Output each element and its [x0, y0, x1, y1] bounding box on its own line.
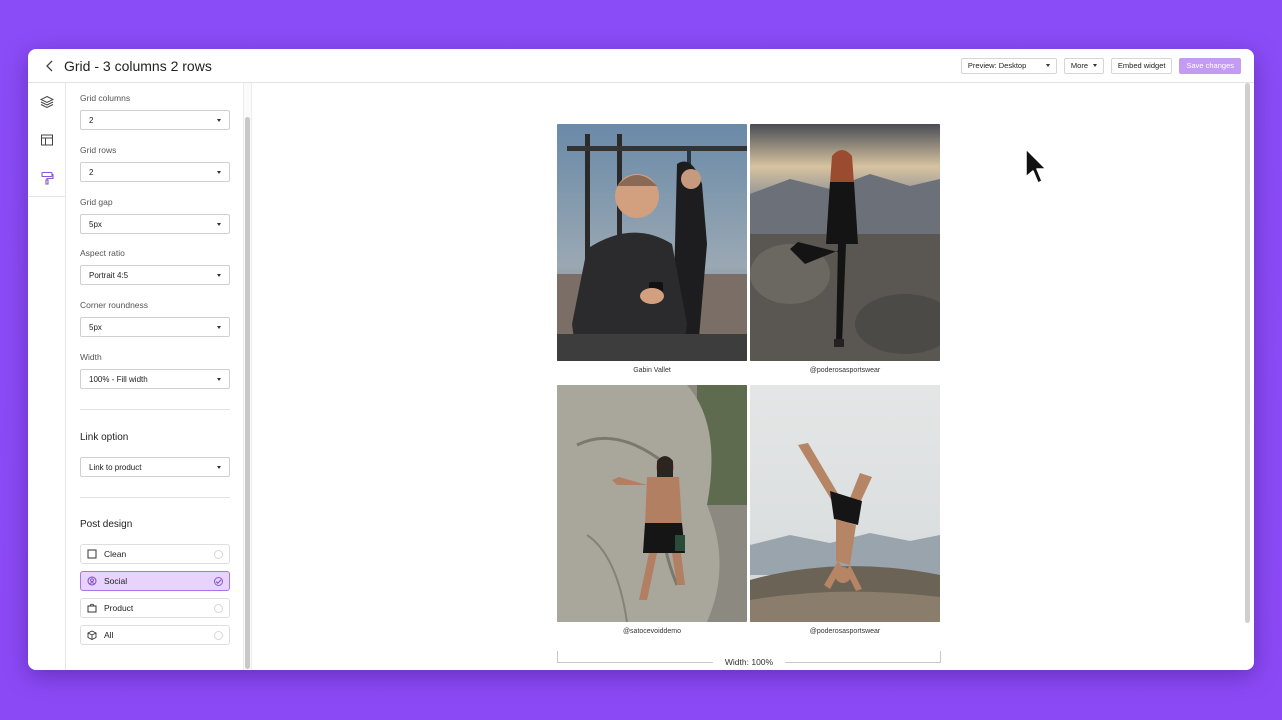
- box-icon: [87, 630, 97, 640]
- radio-button[interactable]: [214, 549, 223, 559]
- shopping-bag-icon: [87, 603, 97, 613]
- caret-down-icon: [217, 222, 221, 226]
- post-image-4[interactable]: [750, 385, 940, 622]
- rail-item-design[interactable]: [28, 159, 65, 197]
- mouse-cursor-icon: [1025, 148, 1047, 184]
- post-image-3[interactable]: [557, 385, 747, 622]
- layout-icon: [40, 134, 53, 146]
- grid-gap-label: Grid gap: [80, 197, 113, 207]
- grid-columns-value: 2: [89, 115, 94, 125]
- caret-down-icon: [217, 377, 221, 381]
- post-image-1[interactable]: [557, 124, 747, 361]
- link-option-title: Link option: [80, 432, 129, 443]
- preview-device-select[interactable]: Preview: Desktop: [960, 57, 1057, 74]
- page-title: Grid - 3 columns 2 rows: [64, 57, 212, 74]
- width-value: 100% - Fill width: [89, 374, 148, 384]
- user-circle-icon: [87, 576, 97, 586]
- settings-scrollbar[interactable]: [243, 83, 252, 670]
- corner-roundness-value: 5px: [89, 322, 102, 332]
- preview-scrollbar[interactable]: [1245, 83, 1250, 623]
- widget-editor-window: Grid - 3 columns 2 rows Preview: Desktop…: [28, 49, 1254, 670]
- corner-roundness-select[interactable]: 5px: [80, 317, 230, 337]
- post-caption-4: @poderosasportswear: [809, 628, 881, 635]
- grid-rows-select[interactable]: 2: [80, 162, 230, 182]
- header-actions: Preview: Desktop More Embed widget Save …: [960, 57, 1241, 74]
- embed-widget-button[interactable]: Embed widget: [1110, 57, 1173, 74]
- scrollbar-thumb[interactable]: [245, 117, 250, 669]
- post-image-2[interactable]: [750, 124, 940, 361]
- caret-down-icon: [217, 170, 221, 174]
- paint-roller-icon: [40, 171, 54, 185]
- grid-gap-value: 5px: [89, 219, 102, 229]
- post-design-title: Post design: [80, 519, 133, 530]
- caret-down-icon: [217, 325, 221, 329]
- more-label: More: [1070, 61, 1089, 70]
- caret-down-icon: [1045, 64, 1050, 67]
- width-label: Width: [80, 352, 102, 362]
- radio-button[interactable]: [214, 630, 223, 640]
- divider: [80, 409, 230, 410]
- settings-panel: Grid columns 2 Grid rows 2 Grid gap 5px …: [67, 83, 242, 670]
- grid-columns-select[interactable]: 2: [80, 110, 230, 130]
- link-option-value: Link to product: [89, 462, 142, 472]
- caret-down-icon: [1092, 64, 1097, 67]
- top-bar: Grid - 3 columns 2 rows Preview: Desktop…: [28, 49, 1254, 83]
- post-design-option-label: All: [104, 630, 114, 640]
- post-design-option-social[interactable]: Social: [80, 571, 230, 591]
- link-option-select[interactable]: Link to product: [80, 457, 230, 477]
- radio-button[interactable]: [214, 603, 223, 613]
- more-button[interactable]: More: [1063, 57, 1104, 74]
- post-design-option-label: Social: [104, 576, 128, 586]
- post-caption-3: @satocevoiddemo: [622, 628, 682, 635]
- side-rail: [28, 83, 66, 670]
- width-indicator: Width: 100%: [557, 651, 941, 667]
- preview-canvas: Gabin Vallet @poderosasportswear @satoce…: [253, 83, 1254, 670]
- aspect-ratio-value: Portrait 4:5: [89, 270, 129, 280]
- post-design-option-all[interactable]: All: [80, 625, 230, 645]
- aspect-ratio-label: Aspect ratio: [80, 248, 125, 258]
- post-design-option-clean[interactable]: Clean: [80, 544, 230, 564]
- width-indicator-label: Width: 100%: [712, 657, 786, 667]
- caret-down-icon: [217, 465, 221, 469]
- corner-roundness-label: Corner roundness: [80, 300, 149, 310]
- radio-button-checked[interactable]: [214, 576, 223, 586]
- rail-item-layout[interactable]: [28, 121, 65, 159]
- aspect-ratio-select[interactable]: Portrait 4:5: [80, 265, 230, 285]
- chevron-left-icon: [46, 60, 53, 71]
- caret-down-icon: [217, 273, 221, 277]
- post-caption-2: @poderosasportswear: [809, 367, 881, 374]
- save-changes-button[interactable]: Save changes: [1179, 57, 1241, 74]
- divider: [80, 497, 230, 498]
- check-icon: [215, 578, 222, 584]
- post-design-option-label: Clean: [104, 549, 127, 559]
- grid-rows-value: 2: [89, 167, 94, 177]
- grid-rows-label: Grid rows: [80, 145, 117, 155]
- square-icon: [87, 549, 97, 559]
- layers-icon: [39, 95, 54, 109]
- caret-down-icon: [217, 118, 221, 122]
- back-button[interactable]: [42, 58, 58, 74]
- width-select[interactable]: 100% - Fill width: [80, 369, 230, 389]
- preview-label: Preview: Desktop: [967, 61, 1027, 70]
- post-design-option-product[interactable]: Product: [80, 598, 230, 618]
- rail-item-layers[interactable]: [28, 83, 65, 121]
- grid-gap-select[interactable]: 5px: [80, 214, 230, 234]
- post-design-option-label: Product: [104, 603, 134, 613]
- post-caption-1: Gabin Vallet: [633, 367, 671, 374]
- grid-columns-label: Grid columns: [80, 93, 131, 103]
